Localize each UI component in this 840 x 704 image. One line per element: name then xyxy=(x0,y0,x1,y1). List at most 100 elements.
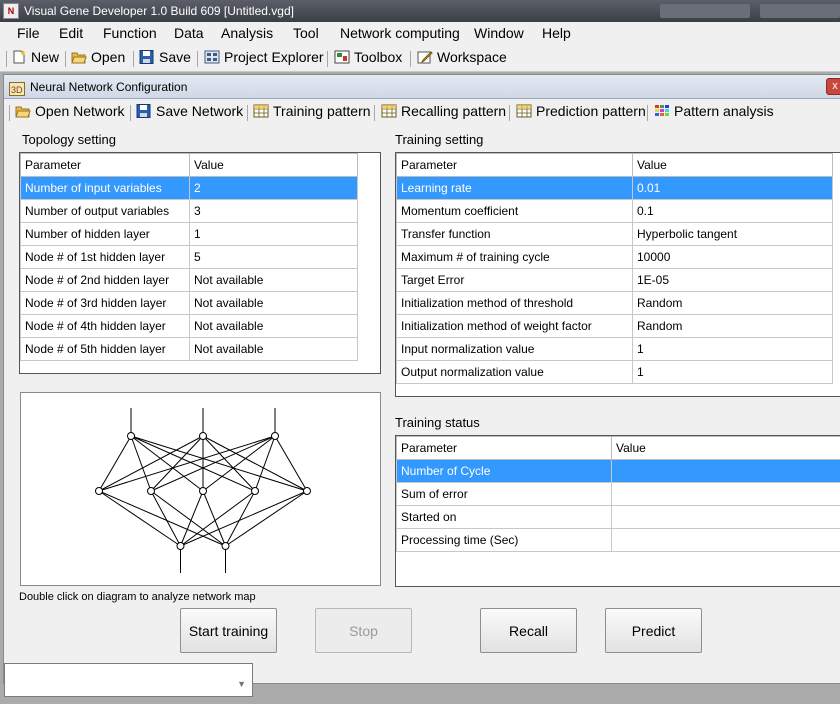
toolbox-button[interactable]: Toolbox xyxy=(334,49,402,65)
workspace-button[interactable]: Workspace xyxy=(417,49,507,65)
table-row[interactable]: Node # of 2nd hidden layer Not available xyxy=(20,268,358,292)
param-cell[interactable]: Number of output variables xyxy=(20,199,190,223)
value-cell[interactable]: 0.01 xyxy=(632,176,833,200)
menu-data[interactable]: Data xyxy=(174,25,204,41)
dropdown-arrow-icon[interactable]: ▼ xyxy=(237,679,246,689)
param-cell[interactable]: Node # of 4th hidden layer xyxy=(20,314,190,338)
value-cell[interactable]: 3 xyxy=(189,199,358,223)
value-cell[interactable]: Not available xyxy=(189,291,358,315)
table-row[interactable]: Maximum # of training cycle 10000 xyxy=(396,245,833,269)
menu-tool[interactable]: Tool xyxy=(293,25,319,41)
value-cell[interactable]: 10000 xyxy=(632,245,833,269)
param-cell[interactable]: Node # of 5th hidden layer xyxy=(20,337,190,361)
param-cell[interactable]: Target Error xyxy=(396,268,633,292)
menu-file[interactable]: File xyxy=(17,25,40,41)
output-combo-box[interactable]: ▼ xyxy=(4,663,253,697)
table-row[interactable]: Target Error 1E-05 xyxy=(396,268,833,292)
network-node[interactable] xyxy=(199,487,207,495)
menu-function[interactable]: Function xyxy=(103,25,157,41)
recalling-pattern-button[interactable]: Recalling pattern xyxy=(381,103,506,119)
param-cell[interactable]: Momentum coefficient xyxy=(396,199,633,223)
table-row[interactable]: Number of output variables 3 xyxy=(20,199,358,223)
menu-analysis[interactable]: Analysis xyxy=(221,25,273,41)
save-network-button[interactable]: Save Network xyxy=(136,103,243,119)
value-cell[interactable] xyxy=(611,482,840,506)
table-row[interactable]: Number of hidden layer 1 xyxy=(20,222,358,246)
prediction-pattern-button[interactable]: Prediction pattern xyxy=(516,103,646,119)
training-status-grid[interactable]: Parameter Value Number of Cycle Sum of e… xyxy=(395,435,840,587)
column-header[interactable]: Parameter xyxy=(396,153,633,177)
project-explorer-button[interactable]: Project Explorer xyxy=(204,49,324,65)
value-cell[interactable]: 5 xyxy=(189,245,358,269)
open-network-button[interactable]: Open Network xyxy=(15,103,124,119)
training-setting-grid[interactable]: Parameter Value Learning rate 0.01 Moment… xyxy=(395,152,840,397)
param-cell[interactable]: Output normalization value xyxy=(396,360,633,384)
table-row[interactable]: Transfer function Hyperbolic tangent xyxy=(396,222,833,246)
pattern-analysis-button[interactable]: Pattern analysis xyxy=(654,103,774,119)
param-cell[interactable]: Initialization method of weight factor xyxy=(396,314,633,338)
column-header[interactable]: Parameter xyxy=(20,153,190,177)
network-diagram[interactable] xyxy=(20,392,381,586)
param-cell[interactable]: Initialization method of threshold xyxy=(396,291,633,315)
param-cell[interactable]: Sum of error xyxy=(396,482,612,506)
network-diagram-canvas[interactable] xyxy=(21,393,380,585)
topology-grid[interactable]: Parameter Value Number of input variable… xyxy=(19,152,381,374)
network-node[interactable] xyxy=(176,542,185,550)
network-node[interactable] xyxy=(95,487,103,495)
table-row[interactable]: Initialization method of weight factor Ra… xyxy=(396,314,833,338)
param-cell[interactable]: Number of Cycle xyxy=(396,459,612,483)
taskbar-item[interactable] xyxy=(760,4,840,18)
table-row[interactable]: Input normalization value 1 xyxy=(396,337,833,361)
network-node[interactable] xyxy=(199,432,207,440)
param-cell[interactable]: Number of hidden layer xyxy=(20,222,190,246)
menu-network-computing[interactable]: Network computing xyxy=(340,25,460,41)
value-cell[interactable]: 2 xyxy=(189,176,358,200)
value-cell[interactable]: 1 xyxy=(189,222,358,246)
value-cell[interactable] xyxy=(611,528,840,552)
table-row[interactable]: Node # of 1st hidden layer 5 xyxy=(20,245,358,269)
param-cell[interactable]: Node # of 1st hidden layer xyxy=(20,245,190,269)
table-row[interactable]: Initialization method of threshold Random xyxy=(396,291,833,315)
value-cell[interactable]: Not available xyxy=(189,337,358,361)
table-row[interactable]: Node # of 3rd hidden layer Not available xyxy=(20,291,358,315)
table-row[interactable]: Number of Cycle xyxy=(396,459,840,483)
training-pattern-button[interactable]: Training pattern xyxy=(253,103,371,119)
param-cell[interactable]: Processing time (Sec) xyxy=(396,528,612,552)
value-cell[interactable]: Not available xyxy=(189,268,358,292)
value-cell[interactable]: 1 xyxy=(632,360,833,384)
network-node[interactable] xyxy=(127,432,135,440)
param-cell[interactable]: Node # of 2nd hidden layer xyxy=(20,268,190,292)
open-button[interactable]: Open xyxy=(71,49,125,65)
column-header[interactable]: Value xyxy=(189,153,358,177)
menu-help[interactable]: Help xyxy=(542,25,571,41)
param-cell[interactable]: Learning rate xyxy=(396,176,633,200)
network-node[interactable] xyxy=(251,487,259,495)
value-cell[interactable]: Not available xyxy=(189,314,358,338)
start-training-button[interactable]: Start training xyxy=(180,608,277,653)
value-cell[interactable]: 1E-05 xyxy=(632,268,833,292)
param-cell[interactable]: Node # of 3rd hidden layer xyxy=(20,291,190,315)
column-header[interactable]: Value xyxy=(632,153,833,177)
menu-edit[interactable]: Edit xyxy=(59,25,83,41)
recall-button[interactable]: Recall xyxy=(480,608,577,653)
param-cell[interactable]: Number of input variables xyxy=(20,176,190,200)
taskbar-item[interactable] xyxy=(660,4,750,18)
param-cell[interactable]: Transfer function xyxy=(396,222,633,246)
table-row[interactable]: Learning rate 0.01 xyxy=(396,176,833,200)
param-cell[interactable]: Maximum # of training cycle xyxy=(396,245,633,269)
new-button[interactable]: New xyxy=(11,49,59,65)
menu-window[interactable]: Window xyxy=(474,25,524,41)
param-cell[interactable]: Input normalization value xyxy=(396,337,633,361)
table-row[interactable]: Node # of 5th hidden layer Not available xyxy=(20,337,358,361)
close-button[interactable]: x xyxy=(826,78,840,95)
param-cell[interactable]: Started on xyxy=(396,505,612,529)
window-caption-buttons[interactable] xyxy=(660,4,840,18)
value-cell[interactable]: 1 xyxy=(632,337,833,361)
save-button[interactable]: Save xyxy=(139,49,191,65)
table-row[interactable]: Number of input variables 2 xyxy=(20,176,358,200)
value-cell[interactable] xyxy=(611,505,840,529)
value-cell[interactable]: Hyperbolic tangent xyxy=(632,222,833,246)
table-row[interactable]: Node # of 4th hidden layer Not available xyxy=(20,314,358,338)
table-row[interactable]: Started on xyxy=(396,505,840,529)
stop-button[interactable]: Stop xyxy=(315,608,412,653)
